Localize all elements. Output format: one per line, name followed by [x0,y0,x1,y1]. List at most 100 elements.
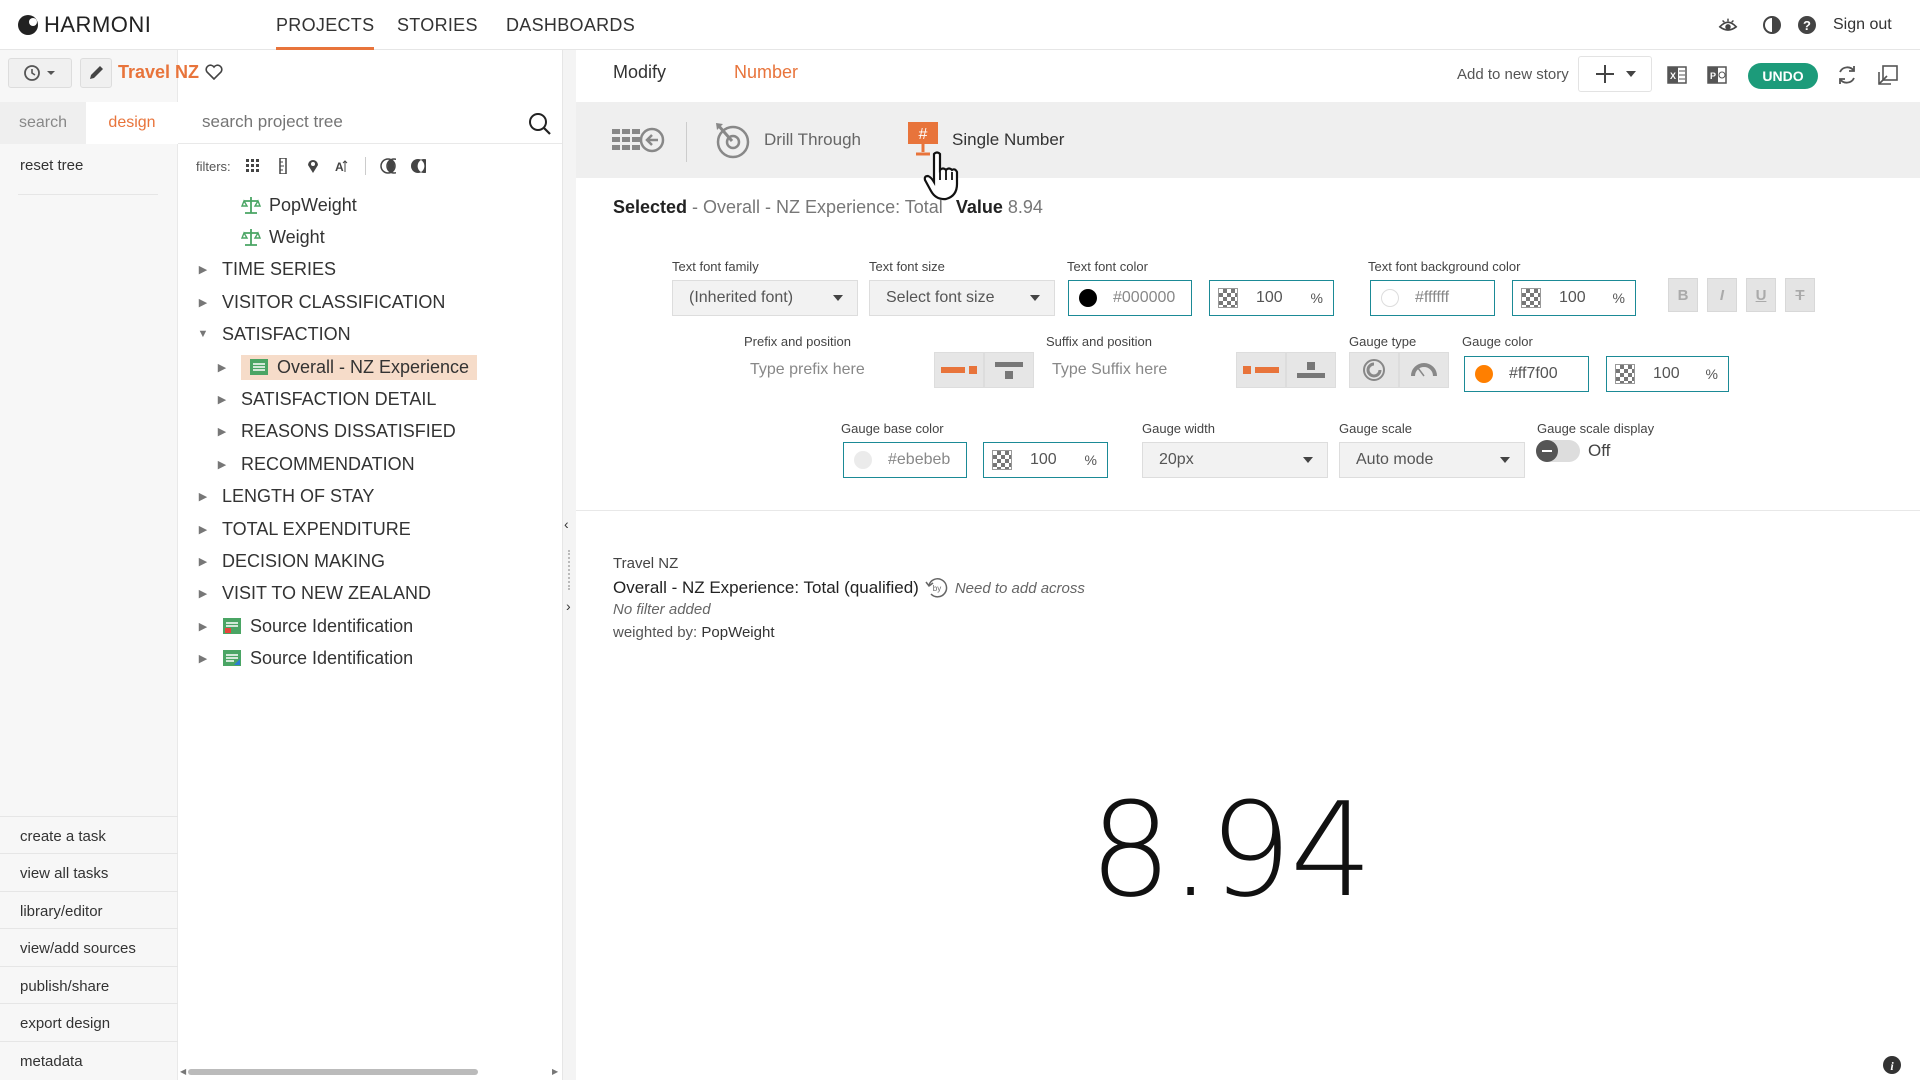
gauge-base-color-input[interactable]: #ebebeb [843,442,967,478]
search-icon[interactable] [528,112,552,141]
caret-right-icon[interactable]: ▶ [196,490,210,503]
text-font-color-input[interactable]: #000000 [1068,280,1192,316]
venn-filter-icon[interactable] [379,158,396,174]
tree-item[interactable]: ▶ RECOMMENDATION [215,449,415,479]
text-bg-opacity-input[interactable]: 100% [1512,280,1636,316]
caret-right-icon[interactable]: ▶ [196,263,210,276]
prefix-position-left-button[interactable] [934,352,984,388]
tree-item[interactable]: ▶ Source Identification [196,611,413,641]
caret-right-icon[interactable]: ▶ [196,555,210,568]
scrollbar-thumb[interactable] [188,1069,478,1075]
add-to-new-story-link[interactable]: Add to new story [1457,66,1569,83]
gauge-scale-select[interactable]: Auto mode [1339,442,1525,478]
gauge-color-input[interactable]: #ff7f00 [1464,356,1589,392]
panel-splitter[interactable]: ‹ › [562,50,576,1080]
suffix-position-right-button[interactable] [1236,352,1286,388]
table-back-button[interactable] [610,102,666,178]
edit-project-button[interactable] [80,58,112,88]
tree-item[interactable]: ▶ VISIT TO NEW ZEALAND [196,578,431,608]
undo-button[interactable]: UNDO [1748,63,1818,89]
gauge-type-arc-button[interactable] [1399,352,1449,388]
text-bg-color-input[interactable]: #ffffff [1370,280,1495,316]
sidebar-link-view-all-tasks[interactable]: view all tasks [20,865,108,882]
reset-tree-link[interactable]: reset tree [20,157,83,174]
bold-button[interactable]: B [1668,278,1698,312]
gauge-scale-display-toggle[interactable] [1536,440,1580,462]
tab-search[interactable]: search [0,102,86,144]
nav-stories[interactable]: STORIES [397,0,478,50]
sign-out-link[interactable]: Sign out [1833,0,1892,50]
sidebar-link-export-design[interactable]: export design [20,1015,110,1032]
exclude-filter-icon[interactable] [410,158,426,174]
strikethrough-button[interactable]: T [1785,278,1815,312]
text-font-family-select[interactable]: (Inherited font) [672,280,858,316]
caret-down-icon[interactable]: ▼ [196,328,210,340]
tree-item[interactable]: ▶ TOTAL EXPENDITURE [196,514,411,544]
grid-filter-icon[interactable] [245,158,261,174]
text-filter-icon[interactable]: A [335,158,351,174]
tab-number[interactable]: Number [734,62,798,83]
tree-item[interactable]: ▶ VISITOR CLASSIFICATION [196,287,446,317]
caret-right-icon[interactable]: ▶ [215,361,229,374]
excel-export-icon[interactable]: X [1666,64,1688,91]
eye-icon[interactable] [1718,15,1738,35]
prefix-input[interactable]: Type prefix here [750,355,865,385]
by-refresh-icon[interactable]: by [925,577,949,599]
prefix-position-top-button[interactable] [984,352,1034,388]
tree-item[interactable]: ▶ REASONS DISSATISFIED [215,416,456,446]
add-story-button[interactable] [1578,56,1652,92]
drill-through-button[interactable]: Drill Through [714,102,861,178]
suffix-position-bottom-button[interactable] [1286,352,1336,388]
gauge-width-select[interactable]: 20px [1142,442,1328,478]
underline-button[interactable]: U [1746,278,1776,312]
contrast-icon[interactable] [1762,15,1782,35]
italic-button[interactable]: I [1707,278,1737,312]
tree-item[interactable]: Weight [215,222,325,252]
gauge-type-circle-button[interactable] [1349,352,1399,388]
tree-item[interactable]: ▶ SATISFACTION DETAIL [215,384,437,414]
caret-right-icon[interactable]: ▶ [215,425,229,438]
ruler-filter-icon[interactable] [275,158,291,174]
caret-right-icon[interactable]: ▶ [196,523,210,536]
tree-horizontal-scrollbar[interactable]: ◀ ▶ [180,1067,558,1077]
sidebar-link-publish-share[interactable]: publish/share [20,978,109,995]
gauge-opacity-input[interactable]: 100% [1606,356,1729,392]
tab-modify[interactable]: Modify [613,62,666,83]
single-number-display[interactable]: 8.94 [1060,780,1400,920]
tree-item[interactable]: ▼ SATISFACTION [196,319,351,349]
gauge-base-opacity-input[interactable]: 100% [983,442,1108,478]
caret-right-icon[interactable]: ▶ [215,393,229,406]
caret-right-icon[interactable]: ▶ [196,652,210,665]
caret-right-icon[interactable]: ▶ [196,296,210,309]
refresh-icon[interactable] [1836,64,1858,91]
caret-right-icon[interactable]: ▶ [215,458,229,471]
info-icon[interactable]: i [1882,1055,1902,1080]
nav-projects[interactable]: PROJECTS [276,0,375,50]
powerpoint-export-icon[interactable]: P [1706,64,1728,91]
text-font-size-select[interactable]: Select font size [869,280,1055,316]
caret-right-icon[interactable]: ▶ [196,587,210,600]
scroll-right-icon[interactable]: ▶ [552,1067,558,1076]
harmoni-logo[interactable]: HARMONI [18,12,151,38]
scroll-left-icon[interactable]: ◀ [180,1067,186,1076]
suffix-input[interactable]: Type Suffix here [1052,355,1167,385]
sidebar-link-library-editor[interactable]: library/editor [20,903,103,920]
tree-item[interactable]: PopWeight [215,190,357,220]
tree-search-input[interactable] [178,102,498,142]
text-font-opacity-input[interactable]: 100% [1209,280,1334,316]
popout-icon[interactable] [1877,64,1899,91]
tree-item[interactable]: ▶ TIME SERIES [196,254,336,284]
tab-design[interactable]: design [86,102,178,144]
nav-dashboards[interactable]: DASHBOARDS [506,0,635,50]
tree-item[interactable]: ▶ DECISION MAKING [196,546,385,576]
sidebar-link-create-a-task[interactable]: create a task [20,828,106,845]
sidebar-link-metadata[interactable]: metadata [20,1053,83,1070]
tree-item[interactable]: ▶ LENGTH OF STAY [196,481,375,511]
expand-right-icon[interactable]: › [566,598,571,614]
caret-right-icon[interactable]: ▶ [196,620,210,633]
collapse-left-icon[interactable]: ‹ [564,516,569,532]
sidebar-link-view-add-sources[interactable]: view/add sources [20,940,136,957]
tree-item[interactable]: ▶ Overall - NZ Experience [215,352,478,382]
help-icon[interactable]: ? [1797,15,1817,35]
tree-item[interactable]: ▶ Source Identification [196,643,413,673]
